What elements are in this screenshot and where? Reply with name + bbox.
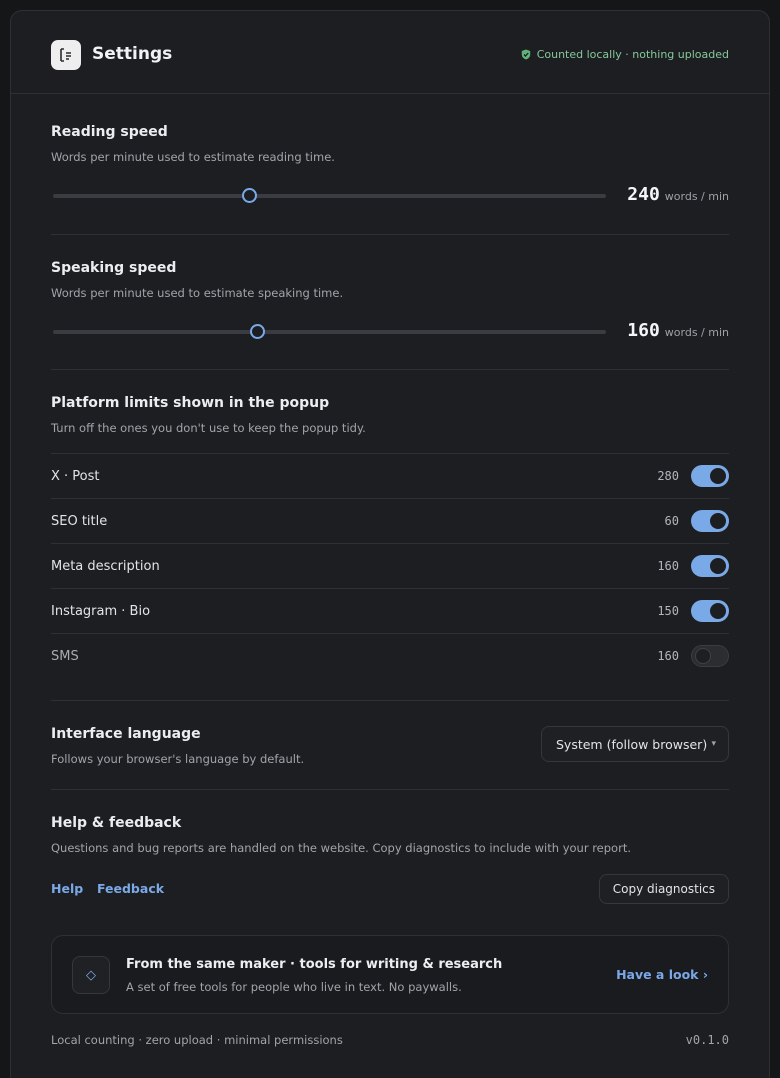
platform-label: Instagram · Bio bbox=[51, 603, 151, 619]
document-icon bbox=[60, 48, 71, 62]
divider bbox=[51, 789, 729, 790]
toggle-knob bbox=[710, 513, 726, 529]
version-label: v0.1.0 bbox=[685, 1033, 729, 1047]
platform-limits-title: Platform limits shown in the popup bbox=[51, 395, 330, 411]
platform-limit: 160 bbox=[657, 649, 679, 663]
reading-speed-thumb[interactable] bbox=[242, 188, 258, 203]
platform-limits-header: Platform limits shown in the popup Turn … bbox=[51, 395, 366, 435]
chevron-down-icon: ▾ bbox=[711, 739, 716, 749]
help-section: Help & feedback Questions and bug report… bbox=[51, 815, 631, 855]
reading-speed-section: Reading speed Words per minute used to e… bbox=[51, 124, 729, 205]
reading-speed-desc: Words per minute used to estimate readin… bbox=[51, 150, 335, 164]
language-desc: Follows your browser's language by defau… bbox=[51, 752, 305, 766]
platform-toggle-sms[interactable] bbox=[691, 645, 729, 667]
app-logo bbox=[51, 40, 81, 70]
promo-title: From the same maker · tools for writing … bbox=[126, 957, 503, 972]
reading-speed-unit: words / min bbox=[664, 190, 729, 203]
speaking-speed-unit: words / min bbox=[664, 326, 729, 339]
speaking-speed-desc: Words per minute used to estimate speaki… bbox=[51, 286, 344, 300]
privacy-status: Counted locally · nothing uploaded bbox=[521, 48, 729, 61]
platform-label: SEO title bbox=[51, 513, 108, 529]
copy-diagnostics-button[interactable]: Copy diagnostics bbox=[598, 874, 729, 904]
reading-speed-value: 240 bbox=[627, 184, 660, 205]
speaking-speed-value: 160 bbox=[627, 320, 660, 341]
platform-label: SMS bbox=[51, 648, 79, 664]
help-link[interactable]: Help bbox=[51, 881, 83, 896]
promo-card[interactable]: ◇ From the same maker · tools for writin… bbox=[51, 935, 729, 1014]
settings-panel: Settings Counted locally · nothing uploa… bbox=[10, 10, 770, 1078]
language-section: Interface language Follows your browser'… bbox=[51, 726, 304, 766]
language-select[interactable]: System (follow browser) ▾ bbox=[541, 726, 729, 762]
toggle-knob bbox=[710, 468, 726, 484]
toggle-knob bbox=[710, 603, 726, 619]
platform-row-x-post: X · Post 280 bbox=[51, 453, 729, 498]
platform-row-sms: SMS 160 bbox=[51, 633, 729, 678]
footer-text: Local counting · zero upload · minimal p… bbox=[51, 1033, 343, 1047]
platform-limit: 60 bbox=[664, 514, 679, 528]
language-title: Interface language bbox=[51, 726, 201, 742]
shield-check-icon bbox=[521, 49, 530, 60]
diamond-icon: ◇ bbox=[72, 956, 110, 994]
platform-label: Meta description bbox=[51, 558, 160, 574]
promo-desc: A set of free tools for people who live … bbox=[126, 980, 462, 994]
have-a-look-link[interactable]: Have a look › bbox=[616, 967, 708, 982]
platform-limit: 150 bbox=[657, 604, 679, 618]
reading-speed-title: Reading speed bbox=[51, 124, 168, 140]
platform-limit: 280 bbox=[657, 469, 679, 483]
speaking-speed-readout: 160 words / min bbox=[627, 320, 729, 341]
reading-speed-readout: 240 words / min bbox=[627, 184, 729, 205]
platform-limits-desc: Turn off the ones you don't use to keep … bbox=[51, 421, 366, 435]
header: Settings Counted locally · nothing uploa… bbox=[11, 11, 769, 94]
platform-toggle-instagram-bio[interactable] bbox=[691, 600, 729, 622]
speaking-speed-thumb[interactable] bbox=[250, 324, 266, 339]
platform-row-meta-description: Meta description 160 bbox=[51, 543, 729, 588]
toggle-knob bbox=[710, 558, 726, 574]
platform-label: X · Post bbox=[51, 468, 100, 484]
reading-speed-slider[interactable] bbox=[53, 188, 606, 203]
platform-toggle-x-post[interactable] bbox=[691, 465, 729, 487]
status-text: Counted locally · nothing uploaded bbox=[536, 48, 729, 61]
divider bbox=[51, 234, 729, 235]
platform-row-seo-title: SEO title 60 bbox=[51, 498, 729, 543]
platform-toggle-seo-title[interactable] bbox=[691, 510, 729, 532]
platform-limit: 160 bbox=[657, 559, 679, 573]
speaking-speed-title: Speaking speed bbox=[51, 260, 177, 276]
divider bbox=[51, 700, 729, 701]
platform-row-instagram-bio: Instagram · Bio 150 bbox=[51, 588, 729, 633]
language-selected-value: System (follow browser) bbox=[556, 736, 708, 752]
speaking-speed-section: Speaking speed Words per minute used to … bbox=[51, 260, 729, 341]
platform-toggle-meta-description[interactable] bbox=[691, 555, 729, 577]
speaking-speed-slider[interactable] bbox=[53, 324, 606, 339]
help-title: Help & feedback bbox=[51, 815, 182, 831]
divider bbox=[51, 369, 729, 370]
page-title: Settings bbox=[92, 44, 173, 64]
feedback-link[interactable]: Feedback bbox=[97, 881, 164, 896]
toggle-knob bbox=[695, 648, 711, 664]
help-desc: Questions and bug reports are handled on… bbox=[51, 841, 631, 855]
